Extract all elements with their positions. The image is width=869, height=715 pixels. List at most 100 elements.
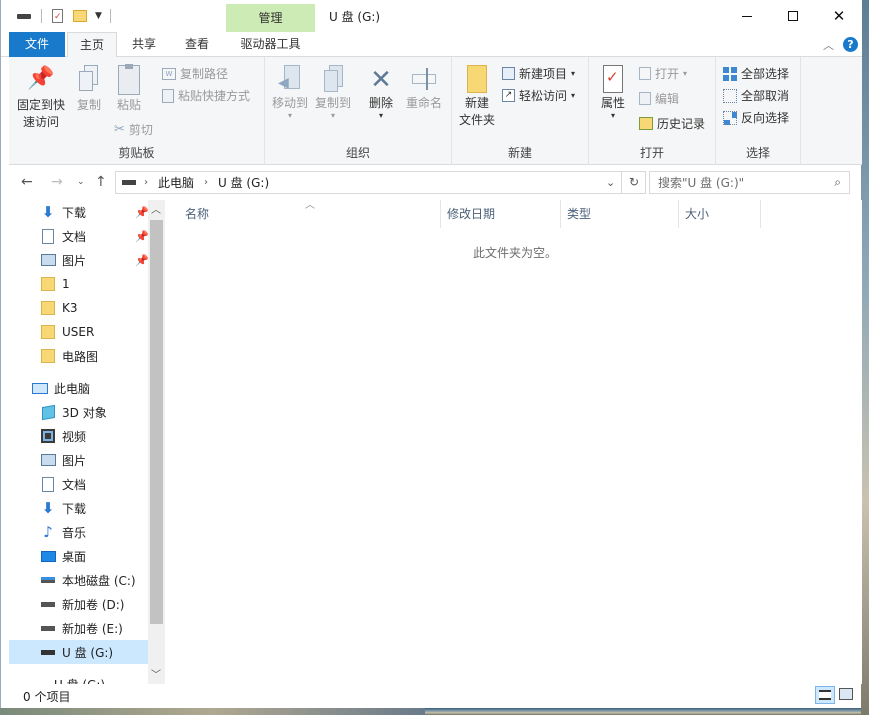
delete-button[interactable]: ✕ 删除 ▾	[362, 65, 400, 120]
nav-item-pictures-pc[interactable]: 图片	[9, 448, 149, 472]
nav-item-3d-objects[interactable]: 3D 对象	[9, 400, 149, 424]
paste-shortcut-button[interactable]: 粘贴快捷方式	[162, 87, 250, 104]
close-icon: ✕	[832, 7, 846, 25]
recent-locations-button[interactable]: ⌄	[77, 177, 85, 187]
nav-item-desktop[interactable]: 桌面	[9, 544, 149, 568]
tab-view[interactable]: 查看	[171, 32, 223, 57]
column-date-modified[interactable]: 修改日期	[441, 200, 561, 228]
search-icon[interactable]: ⌕	[834, 175, 841, 190]
refresh-button[interactable]: ↻	[621, 172, 646, 193]
title-bar[interactable]: ✓ ▼ 管理 U 盘 (G:) ✕	[1, 0, 862, 32]
nav-label: 新加卷 (E:)	[62, 621, 123, 636]
copy-path-button[interactable]: W 复制路径	[162, 65, 228, 82]
copy-path-icon: W	[162, 67, 176, 80]
nav-label: 本地磁盘 (C:)	[62, 573, 136, 588]
new-item-button[interactable]: 新建项目 ▾	[502, 65, 575, 82]
details-view-button[interactable]	[815, 686, 835, 704]
close-button[interactable]: ✕	[816, 0, 862, 32]
computer-icon	[32, 380, 48, 396]
breadcrumb-this-pc[interactable]: 此电脑	[158, 174, 194, 191]
copy-button[interactable]: 复制	[69, 65, 109, 114]
history-button[interactable]: 历史记录	[639, 115, 705, 132]
properties-icon: ✓	[603, 65, 623, 93]
breadcrumb-sep-icon[interactable]: ›	[204, 177, 208, 188]
tab-home[interactable]: 主页	[67, 32, 117, 58]
invert-selection-button[interactable]: 反向选择	[723, 109, 789, 126]
new-folder-label-2: 文件夹	[458, 113, 495, 127]
tab-drive-tools[interactable]: 驱动器工具	[226, 32, 315, 57]
nav-item-folder-user[interactable]: USER	[9, 320, 149, 344]
large-icons-view-button[interactable]	[839, 688, 853, 700]
paste-button[interactable]: 粘贴	[109, 64, 149, 114]
drive-icon	[17, 13, 31, 19]
column-size[interactable]: 大小	[679, 200, 761, 228]
nav-item-documents[interactable]: 文档 📌	[9, 224, 149, 248]
nav-item-folder-1[interactable]: 1	[9, 272, 149, 296]
tab-share[interactable]: 共享	[119, 32, 169, 57]
nav-item-this-pc[interactable]: 此电脑	[9, 376, 149, 400]
context-tab-manage[interactable]: 管理	[226, 4, 315, 32]
nav-item-music[interactable]: ♪ 音乐	[9, 520, 149, 544]
scroll-up-icon[interactable]: ︿	[151, 201, 161, 216]
address-bar[interactable]: › 此电脑 › U 盘 (G:) ⌄ ↻	[115, 171, 646, 194]
nav-scrollbar[interactable]: ︿ ﹀	[148, 200, 165, 684]
properties-button[interactable]: ✓ 属性 ▾	[595, 65, 631, 120]
nav-item-usb-drive-g-root[interactable]: U 盘 (G:)	[9, 672, 149, 684]
nav-item-drive-d[interactable]: 新加卷 (D:)	[9, 592, 149, 616]
select-none-button[interactable]: 全部取消	[723, 87, 789, 104]
nav-label: 电路图	[62, 349, 99, 364]
folder-icon	[40, 324, 56, 340]
maximize-button[interactable]	[770, 0, 816, 32]
properties-icon[interactable]: ✓	[52, 9, 63, 23]
pin-quick-access-button[interactable]: 📌 固定到快 速访问	[11, 65, 71, 131]
rename-button[interactable]: 重命名	[401, 65, 447, 112]
pin-icon[interactable]: 📌	[135, 230, 149, 243]
breadcrumb-usb-drive[interactable]: U 盘 (G:)	[218, 174, 269, 191]
invert-selection-label: 反向选择	[741, 111, 790, 125]
up-button[interactable]: ↑	[95, 174, 107, 190]
invert-selection-icon	[723, 110, 737, 125]
nav-item-drive-e[interactable]: 新加卷 (E:)	[9, 616, 149, 640]
collapse-ribbon-icon[interactable]: ︿	[823, 37, 834, 53]
minimize-button[interactable]	[724, 0, 770, 32]
breadcrumb-sep-icon[interactable]: ›	[144, 177, 148, 188]
nav-item-downloads[interactable]: ⬇ 下载 📌	[9, 200, 149, 224]
open-button[interactable]: 打开 ▾	[639, 65, 687, 82]
select-all-button[interactable]: 全部选择	[723, 65, 789, 82]
cut-button[interactable]: ✂ 剪切	[114, 121, 153, 138]
rename-label: 重命名	[405, 96, 442, 110]
address-dropdown-icon[interactable]: ⌄	[606, 176, 615, 189]
nav-item-folder-circuit[interactable]: 电路图	[9, 344, 149, 368]
search-box[interactable]: 搜索"U 盘 (G:)" ⌕	[649, 171, 850, 194]
tab-file[interactable]: 文件	[9, 32, 65, 57]
nav-item-downloads-pc[interactable]: ⬇ 下载	[9, 496, 149, 520]
nav-item-folder-k3[interactable]: K3	[9, 296, 149, 320]
new-folder-icon[interactable]	[73, 10, 87, 22]
back-button[interactable]: ←	[21, 174, 33, 190]
nav-item-drive-c[interactable]: 本地磁盘 (C:)	[9, 568, 149, 592]
column-name[interactable]: 名称	[179, 200, 441, 228]
forward-button[interactable]: →	[51, 174, 63, 190]
pin-icon[interactable]: 📌	[135, 206, 149, 219]
scrollbar-thumb[interactable]	[150, 220, 163, 624]
move-to-button[interactable]: ◀ 移动到 ▾	[269, 65, 311, 120]
nav-label: U 盘 (G:)	[62, 645, 114, 660]
nav-item-videos[interactable]: 视频	[9, 424, 149, 448]
copy-to-button[interactable]: 复制到 ▾	[311, 65, 355, 120]
nav-item-pictures[interactable]: 图片 📌	[9, 248, 149, 272]
easy-access-button[interactable]: ↗ 轻松访问 ▾	[502, 87, 575, 104]
help-icon[interactable]: ?	[843, 37, 858, 52]
search-input[interactable]: 搜索"U 盘 (G:)"	[658, 174, 744, 191]
customize-toolbar-icon[interactable]: ▼	[95, 11, 102, 21]
file-list[interactable]: ︿ 名称 修改日期 类型 大小 此文件夹为空。	[165, 200, 862, 684]
column-type[interactable]: 类型	[561, 200, 679, 228]
pin-icon[interactable]: 📌	[135, 254, 149, 267]
paste-shortcut-icon	[162, 88, 174, 103]
edit-button[interactable]: 编辑	[639, 90, 679, 107]
scroll-down-icon[interactable]: ﹀	[151, 666, 161, 681]
nav-item-documents-pc[interactable]: 文档	[9, 472, 149, 496]
nav-label: 文档	[62, 229, 87, 244]
new-folder-button[interactable]: 新建 文件夹	[456, 65, 498, 129]
nav-item-usb-drive-g[interactable]: U 盘 (G:)	[9, 640, 149, 664]
open-label: 打开	[655, 67, 680, 81]
